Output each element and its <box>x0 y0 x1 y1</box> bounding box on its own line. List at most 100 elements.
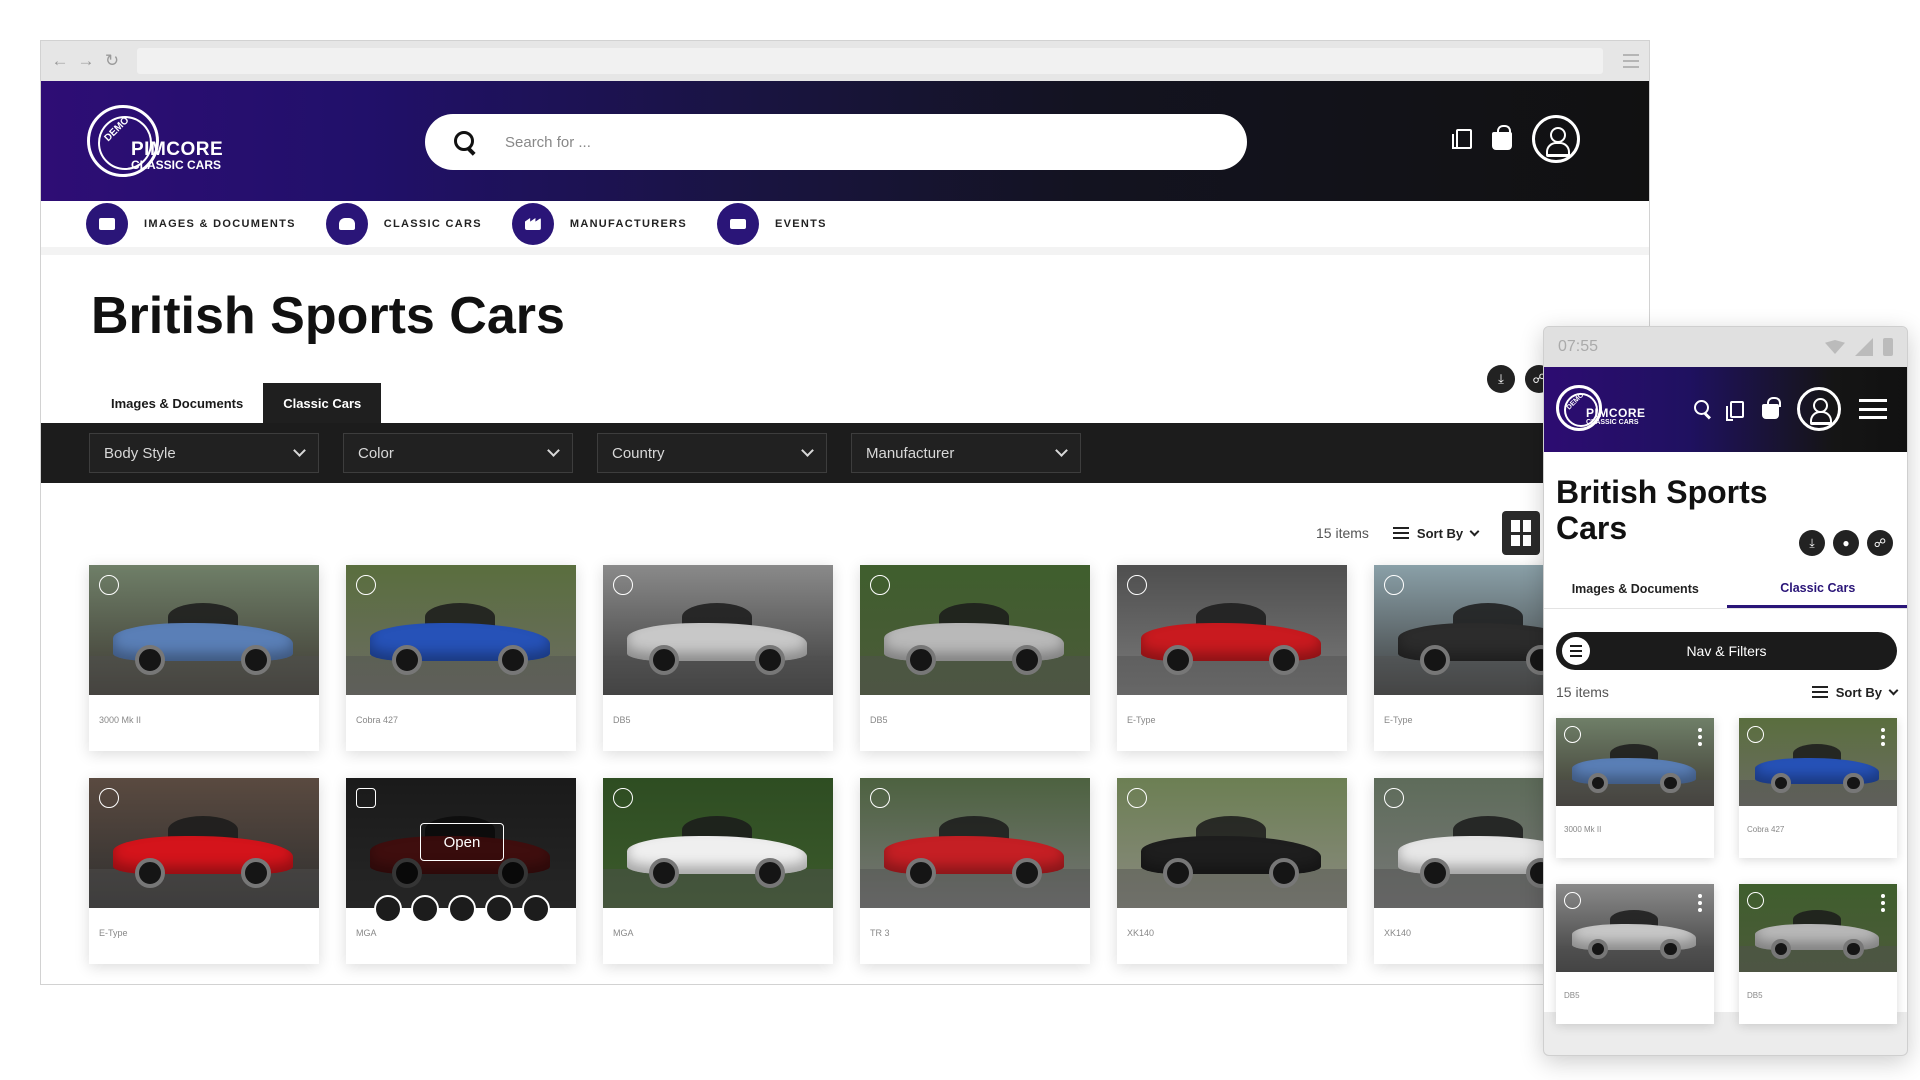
logo-seal-text: DEMO <box>102 115 132 144</box>
grid-view-icon[interactable] <box>1502 511 1541 555</box>
select-checkbox[interactable] <box>1127 575 1147 595</box>
chevron-down-icon <box>1469 526 1480 536</box>
car-card[interactable]: DB5 <box>1739 884 1897 1024</box>
users-icon[interactable]: ● <box>1833 530 1859 556</box>
car-card[interactable]: 3000 Mk II <box>1556 718 1714 858</box>
compare-icon[interactable] <box>1726 400 1744 421</box>
nav-filters-button[interactable]: Nav & Filters <box>1556 632 1897 670</box>
car-name: 3000 Mk II <box>99 715 142 725</box>
select-checkbox[interactable] <box>1747 892 1764 909</box>
account-icon[interactable] <box>1797 387 1841 431</box>
car-card[interactable]: DB5 <box>603 565 833 751</box>
car-name: Cobra 427 <box>356 715 399 725</box>
ticket-icon <box>716 203 759 245</box>
nav-item-classic-cars[interactable]: CLASSIC CARS <box>325 203 482 245</box>
nav-item-events[interactable]: EVENTS <box>716 203 827 245</box>
open-button[interactable]: Open <box>420 823 504 861</box>
select-checkbox[interactable] <box>613 575 633 595</box>
download-icon[interactable]: ⤓ <box>1799 530 1825 556</box>
car-image[interactable] <box>1117 778 1347 908</box>
filter-country[interactable]: Country <box>597 433 827 473</box>
select-checkbox[interactable] <box>1384 788 1404 808</box>
car-image[interactable] <box>1117 565 1347 695</box>
mobile-header-actions <box>1694 387 1887 431</box>
filter-body-style[interactable]: Body Style <box>89 433 319 473</box>
car-image[interactable] <box>860 778 1090 908</box>
share-icon[interactable] <box>522 895 550 923</box>
more-options-icon[interactable] <box>1698 894 1702 912</box>
share-icon[interactable]: ☍ <box>1867 530 1893 556</box>
car-card[interactable]: TR 3 <box>860 778 1090 964</box>
cart-icon[interactable] <box>1762 396 1781 419</box>
search-input[interactable] <box>503 132 1103 152</box>
select-checkbox[interactable] <box>99 788 119 808</box>
car-card[interactable]: MGA <box>603 778 833 964</box>
tab-images-documents[interactable]: Images & Documents <box>91 383 263 423</box>
result-count: 15 items <box>1316 525 1369 541</box>
download-icon[interactable]: ⤓ <box>1487 365 1515 393</box>
nav-item-label: MANUFACTURERS <box>569 218 687 230</box>
search-icon[interactable] <box>1694 400 1712 418</box>
download-icon[interactable] <box>485 895 513 923</box>
car-image[interactable] <box>89 565 319 695</box>
nav-item-images-documents[interactable]: IMAGES & DOCUMENTS <box>86 203 296 245</box>
factory-icon <box>511 203 554 245</box>
select-checkbox[interactable] <box>1747 726 1764 743</box>
car-card[interactable]: DB5 <box>860 565 1090 751</box>
compare-icon[interactable] <box>1452 129 1472 149</box>
select-checkbox[interactable] <box>356 575 376 595</box>
forward-arrow-icon[interactable]: → <box>77 52 95 70</box>
select-checkbox[interactable] <box>356 788 376 808</box>
page-title: British Sports Cars <box>91 287 565 345</box>
car-image[interactable] <box>603 778 833 908</box>
back-arrow-icon[interactable]: ← <box>51 52 69 70</box>
select-checkbox[interactable] <box>1564 892 1581 909</box>
account-icon[interactable] <box>1532 115 1580 163</box>
menu-icon[interactable] <box>1859 399 1887 419</box>
tab-classic-cars[interactable]: Classic Cars <box>1726 570 1907 608</box>
search-bar[interactable] <box>425 114 1247 170</box>
car-name: DB5 <box>1564 991 1580 1000</box>
car-card[interactable]: DB5 <box>1556 884 1714 1024</box>
cart-icon[interactable] <box>448 895 476 923</box>
filter-color[interactable]: Color <box>343 433 573 473</box>
sort-by-dropdown[interactable]: Sort By <box>1392 526 1480 541</box>
car-image[interactable] <box>860 565 1090 695</box>
reload-icon[interactable]: ↻ <box>103 52 121 70</box>
search-icon[interactable] <box>453 130 477 154</box>
compare-icon[interactable] <box>411 895 439 923</box>
car-image[interactable] <box>603 565 833 695</box>
sort-by-dropdown[interactable]: Sort By <box>1811 685 1899 700</box>
cart-icon[interactable] <box>1492 125 1512 150</box>
nav-item-manufacturers[interactable]: MANUFACTURERS <box>511 203 687 245</box>
select-checkbox[interactable] <box>1127 788 1147 808</box>
remove-icon[interactable] <box>374 895 402 923</box>
car-card[interactable]: Open MGA <box>346 778 576 964</box>
more-options-icon[interactable] <box>1698 728 1702 746</box>
select-checkbox[interactable] <box>99 575 119 595</box>
site-logo[interactable]: DEMO PIMCORE CLASSIC CARS <box>87 105 223 177</box>
car-card[interactable]: Cobra 427 <box>346 565 576 751</box>
select-checkbox[interactable] <box>1384 575 1404 595</box>
select-checkbox[interactable] <box>870 788 890 808</box>
tab-images-documents[interactable]: Images & Documents <box>1544 570 1727 608</box>
select-checkbox[interactable] <box>1564 726 1581 743</box>
car-card[interactable]: Cobra 427 <box>1739 718 1897 858</box>
chevron-down-icon <box>293 444 306 457</box>
car-card[interactable]: E-Type <box>89 778 319 964</box>
car-image[interactable] <box>346 565 576 695</box>
browser-menu-icon[interactable] <box>1623 54 1639 68</box>
filter-manufacturer[interactable]: Manufacturer <box>851 433 1081 473</box>
address-bar[interactable] <box>137 48 1603 74</box>
car-image[interactable] <box>89 778 319 908</box>
car-card[interactable]: E-Type <box>1117 565 1347 751</box>
select-checkbox[interactable] <box>870 575 890 595</box>
status-bar: 07:55 <box>1544 327 1907 367</box>
more-options-icon[interactable] <box>1881 728 1885 746</box>
more-options-icon[interactable] <box>1881 894 1885 912</box>
car-card[interactable]: 3000 Mk II <box>89 565 319 751</box>
site-logo[interactable]: DEMO PIMCORE CLASSIC CARS <box>1556 385 1646 431</box>
tab-classic-cars[interactable]: Classic Cars <box>263 383 382 423</box>
car-card[interactable]: XK140 <box>1117 778 1347 964</box>
select-checkbox[interactable] <box>613 788 633 808</box>
